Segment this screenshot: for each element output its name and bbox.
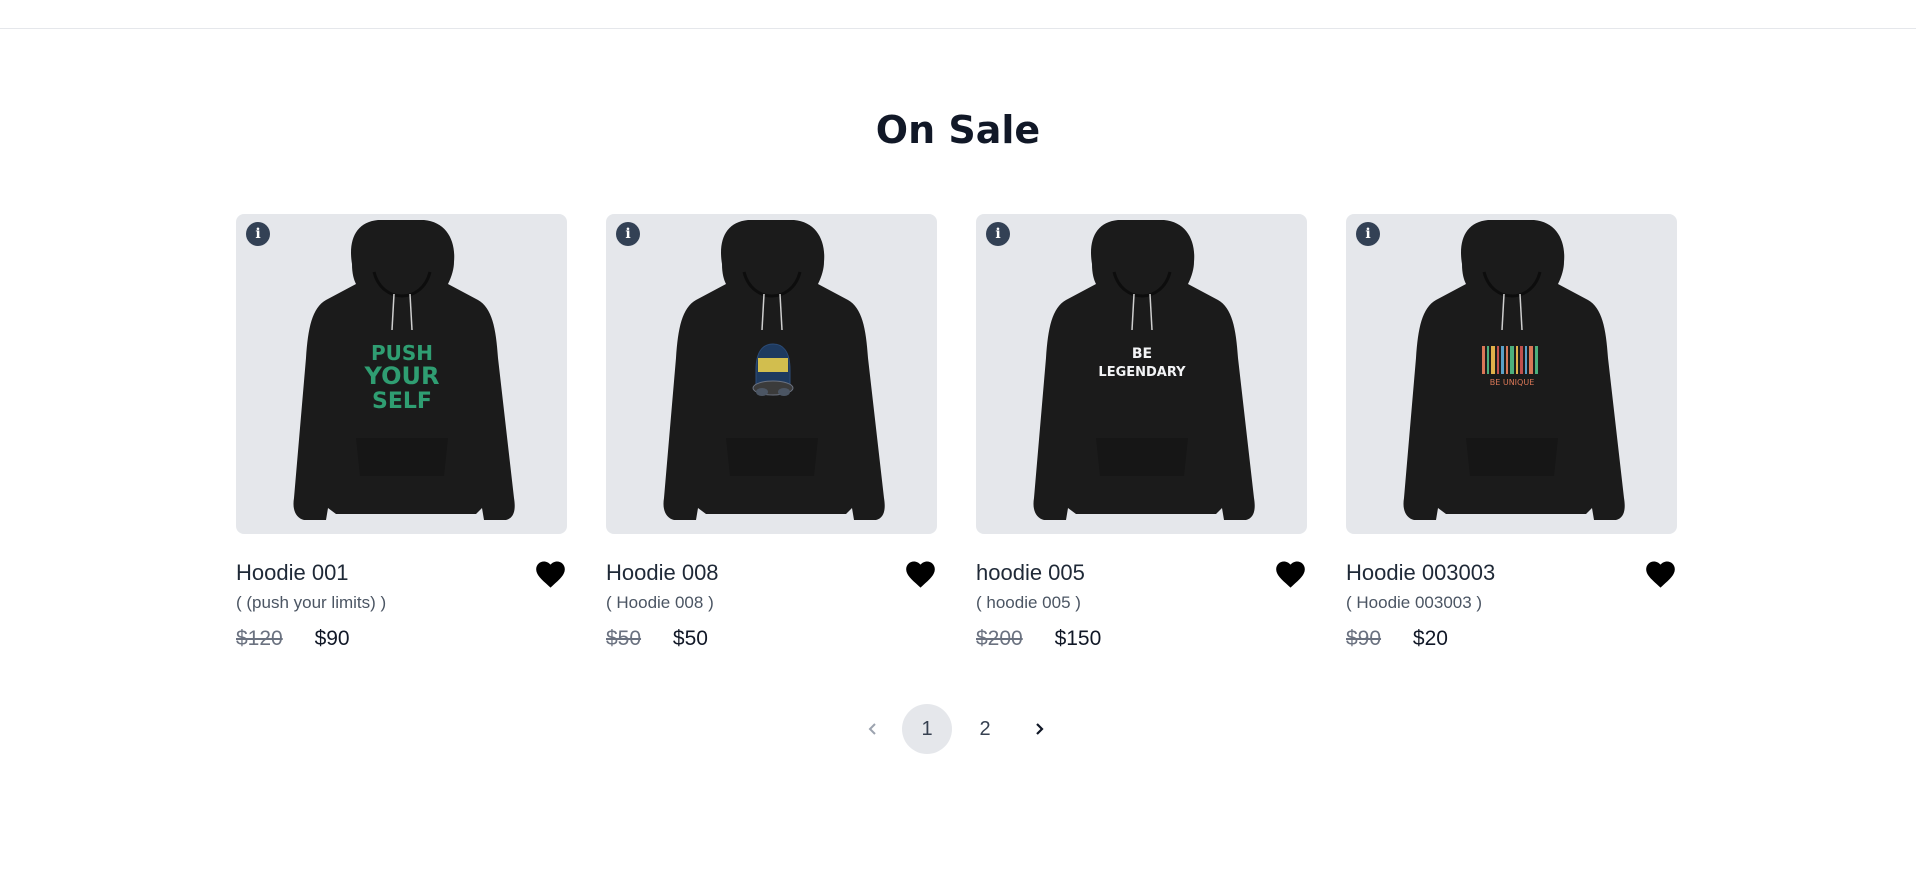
product-image-box[interactable]: i BE UNIQUE — [1346, 214, 1677, 534]
product-prices: $120 $90 — [236, 624, 567, 654]
product-subtitle: ( hoodie 005 ) — [976, 593, 1081, 612]
info-icon[interactable]: i — [616, 222, 640, 246]
product-name-row: hoodie 005 — [976, 558, 1307, 588]
product-name[interactable]: Hoodie 008 — [606, 560, 719, 585]
print-graphic: BE UNIQUE — [1482, 346, 1538, 387]
heart-icon[interactable] — [904, 559, 937, 589]
pagination: 1 2 — [848, 704, 1064, 756]
info-icon[interactable]: i — [246, 222, 270, 246]
svg-text:LEGENDARY: LEGENDARY — [1098, 365, 1186, 380]
print-graphic: PUSH YOUR SELF — [364, 341, 440, 414]
sale-price: $150 — [1054, 627, 1102, 650]
original-price: $200 — [976, 627, 1023, 650]
section-title: On Sale — [875, 108, 1041, 152]
product-name-row: Hoodie 008 — [606, 558, 937, 588]
product-card[interactable]: i BE UNIQUE Hoodie 003003 (Hoodie 00300… — [1346, 214, 1677, 654]
svg-text:YOUR: YOUR — [364, 362, 440, 390]
info-icon[interactable]: i — [986, 222, 1010, 246]
product-name-row: Hoodie 001 — [236, 558, 567, 588]
product-subtitle: ( Hoodie 003003 ) — [1346, 593, 1483, 612]
product-prices: $90 $20 — [1346, 624, 1677, 654]
info-icon[interactable]: i — [1356, 222, 1380, 246]
chevron-right-icon — [1036, 723, 1044, 735]
next-page-button[interactable] — [1014, 704, 1064, 754]
original-price: $50 — [606, 627, 642, 650]
product-name[interactable]: hoodie 005 — [976, 560, 1085, 585]
prev-page-button[interactable] — [848, 704, 898, 754]
product-subtitle: ( (push your limits) ) — [236, 593, 387, 612]
chevron-left-icon — [868, 723, 876, 735]
sale-price: $50 — [672, 627, 708, 650]
svg-text:BE UNIQUE: BE UNIQUE — [1490, 378, 1535, 387]
product-card[interactable]: i PUSH YOUR SELF Hoodie 001 ( (push your… — [236, 214, 567, 654]
product-grid: i PUSH YOUR SELF Hoodie 001 ( (push your… — [236, 214, 1677, 654]
original-price: $90 — [1346, 627, 1382, 650]
sale-price: $90 — [314, 627, 350, 650]
print-graphic — [752, 343, 794, 396]
page-button-1[interactable]: 1 — [902, 704, 952, 754]
product-image-box[interactable]: i BE LEGENDARY — [976, 214, 1307, 534]
product-card[interactable]: i Hoodie 008 ( Hoodie 008 ) $50 $50 — [606, 214, 937, 654]
product-prices: $200 $150 — [976, 624, 1307, 654]
heart-icon[interactable] — [1274, 559, 1307, 589]
print-graphic: BE LEGENDARY — [1098, 346, 1186, 380]
product-name[interactable]: Hoodie 003003 — [1346, 560, 1495, 585]
heart-icon[interactable] — [534, 559, 567, 589]
product-name-row: Hoodie 003003 — [1346, 558, 1677, 588]
page-button-2[interactable]: 2 — [960, 704, 1010, 754]
product-image-box[interactable]: i PUSH YOUR SELF — [236, 214, 567, 534]
heart-icon[interactable] — [1644, 559, 1677, 589]
product-image-box[interactable]: i — [606, 214, 937, 534]
header-bottom-border — [0, 0, 1916, 29]
sale-price: $20 — [1412, 627, 1448, 650]
original-price: $120 — [236, 627, 283, 650]
product-card[interactable]: i BE LEGENDARY hoodie 005 ( hoodie 005 )… — [976, 214, 1307, 654]
svg-text:BE: BE — [1132, 346, 1152, 362]
svg-text:SELF: SELF — [372, 389, 432, 414]
product-prices: $50 $50 — [606, 624, 937, 654]
product-name[interactable]: Hoodie 001 — [236, 560, 349, 585]
product-subtitle: ( Hoodie 008 ) — [606, 593, 714, 612]
